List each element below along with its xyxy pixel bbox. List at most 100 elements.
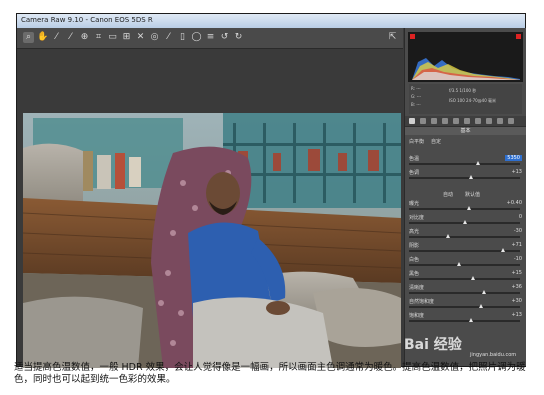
straighten-icon[interactable]: ▭ [107, 32, 118, 43]
slider-value-field[interactable]: +36 [511, 284, 522, 290]
slider-thumb[interactable] [482, 290, 487, 294]
window-titlebar: Camera Raw 9.10 - Canon EOS 5DS R [17, 14, 525, 28]
tone-curve-tab-icon[interactable] [420, 118, 426, 124]
slider-thumb[interactable] [469, 175, 474, 179]
spot-removal-icon[interactable]: ✕ [135, 32, 146, 43]
slider-thumb[interactable] [466, 206, 471, 210]
basic-tab-icon[interactable] [409, 118, 415, 124]
red-eye-icon[interactable]: ◎ [149, 32, 160, 43]
radial-filter-icon[interactable]: ◯ [191, 32, 202, 43]
slider-thumb[interactable] [456, 262, 461, 266]
adjustment-panel: R: --- G: --- B: --- f/3.5 1/100 秒 ISO 1… [404, 28, 526, 366]
histogram [408, 32, 523, 82]
slider-track[interactable] [409, 264, 520, 266]
effects-tab-icon[interactable] [475, 118, 481, 124]
slider-row[interactable]: 高光 -30 [407, 228, 524, 242]
slider-value-field[interactable]: -10 [514, 256, 522, 262]
zoom-icon[interactable]: ⌕ [23, 32, 34, 43]
slider-thumb[interactable] [471, 276, 476, 280]
slider-value-field[interactable]: +13 [511, 312, 522, 318]
presets-tab-icon[interactable] [497, 118, 503, 124]
slider-row[interactable]: 曝光 +0.40 [407, 200, 524, 214]
slider-track[interactable] [409, 306, 520, 308]
slider-value-field[interactable]: +0.40 [507, 200, 522, 206]
slider-thumb[interactable] [475, 161, 480, 165]
slider-row[interactable]: 阴影 +71 [407, 242, 524, 256]
rgb-r-readout: R: --- [411, 86, 421, 91]
white-balance-row[interactable]: 白平衡 自定 [407, 138, 524, 152]
slider-track[interactable] [409, 208, 520, 210]
slider-thumb[interactable] [469, 318, 474, 322]
portrait-image [23, 113, 401, 368]
transform-icon[interactable]: ⊞ [121, 32, 132, 43]
slider-label: 阴影 [409, 243, 420, 249]
slider-track[interactable] [409, 278, 520, 280]
camera-info: R: --- G: --- B: --- f/3.5 1/100 秒 ISO 1… [409, 84, 522, 114]
target-adjust-icon[interactable]: ⊕ [79, 32, 90, 43]
slider-value-field[interactable]: +13 [511, 169, 522, 175]
slider-value-field[interactable]: 0 [519, 214, 522, 220]
preview-canvas[interactable] [17, 49, 403, 368]
slider-row[interactable]: 清晰度 +36 [407, 284, 524, 298]
auto-button[interactable]: 自动 [443, 191, 453, 198]
rgb-b-readout: B: --- [411, 102, 421, 107]
slider-label: 曝光 [409, 201, 420, 207]
slider-thumb[interactable] [445, 234, 450, 238]
slider-label: 黑色 [409, 271, 420, 277]
full-screen-icon[interactable]: ⇱ [387, 32, 398, 43]
slider-label: 白色 [409, 257, 420, 263]
slider-row[interactable]: 白色 -10 [407, 256, 524, 270]
slider-value-field[interactable]: -30 [514, 228, 522, 234]
slider-value-field[interactable]: 5350 [505, 155, 522, 161]
slider-track[interactable] [409, 320, 520, 322]
camera-calibration-tab-icon[interactable] [486, 118, 492, 124]
slider-label: 色温 [409, 156, 420, 162]
split-toning-tab-icon[interactable] [453, 118, 459, 124]
snapshots-tab-icon[interactable] [508, 118, 514, 124]
slider-thumb[interactable] [479, 304, 484, 308]
slider-row[interactable]: 黑色 +15 [407, 270, 524, 284]
lens-corrections-tab-icon[interactable] [464, 118, 470, 124]
adjustment-brush-icon[interactable]: ⁄ [163, 32, 174, 43]
slider-label: 色调 [409, 170, 420, 176]
detail-tab-icon[interactable] [431, 118, 437, 124]
hand-icon[interactable]: ✋ [37, 32, 48, 43]
slider-row[interactable]: 色温 5350 [407, 155, 524, 169]
slider-value-field[interactable]: +30 [511, 298, 522, 304]
slider-row[interactable]: 色调 +13 [407, 169, 524, 183]
slider-label: 清晰度 [409, 285, 425, 291]
shadow-clipping-warning-icon[interactable] [410, 34, 415, 39]
slider-value-field[interactable]: +15 [511, 270, 522, 276]
baidu-watermark: Bai 经验 [404, 337, 462, 353]
slider-track[interactable] [409, 163, 520, 165]
slider-value-field[interactable]: +71 [511, 242, 522, 248]
hsl-tab-icon[interactable] [442, 118, 448, 124]
slider-track[interactable] [409, 292, 520, 294]
histogram-graph [412, 58, 520, 80]
camera-raw-window: Camera Raw 9.10 - Canon EOS 5DS R ⌕ ✋ ⁄ … [16, 13, 526, 368]
rotate-ccw-icon[interactable]: ↺ [219, 32, 230, 43]
rotate-cw-icon[interactable]: ↻ [233, 32, 244, 43]
slider-thumb[interactable] [462, 220, 467, 224]
white-balance-select[interactable]: 自定 [431, 138, 441, 145]
slider-row[interactable]: 对比度 0 [407, 214, 524, 228]
slider-thumb[interactable] [501, 248, 506, 252]
lens-info: ISO 100 24-70@40 毫米 [449, 98, 497, 103]
highlight-clipping-warning-icon[interactable] [516, 34, 521, 39]
crop-icon[interactable]: ⌗ [93, 32, 104, 43]
slider-track[interactable] [409, 236, 520, 238]
panel-tabs [405, 116, 526, 127]
auto-default-row: 自动 默认值 [407, 191, 524, 199]
slider-track[interactable] [409, 177, 520, 179]
slider-label: 高光 [409, 229, 420, 235]
color-sampler-icon[interactable]: ⁄ [65, 32, 76, 43]
graduated-filter-icon[interactable]: ▯ [177, 32, 188, 43]
white-balance-icon[interactable]: ⁄ [51, 32, 62, 43]
default-button[interactable]: 默认值 [465, 191, 480, 198]
slider-row[interactable]: 饱和度 +13 [407, 312, 524, 326]
preview-photo [23, 113, 401, 368]
slider-row[interactable]: 自然饱和度 +30 [407, 298, 524, 312]
tool-bar: ⌕ ✋ ⁄ ⁄ ⊕ ⌗ ▭ ⊞ ✕ ◎ ⁄ ▯ ◯ ≡ ↺ ↻ ⇱ [17, 28, 403, 49]
slider-label: 对比度 [409, 215, 425, 221]
preferences-icon[interactable]: ≡ [205, 32, 216, 43]
